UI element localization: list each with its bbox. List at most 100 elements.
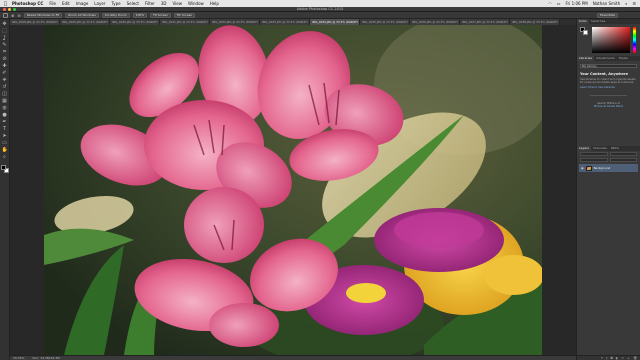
menu-type[interactable]: Type [111,1,120,6]
pen-icon[interactable]: ✒ [2,120,8,125]
menubar-status-area: ◠ ▭ Fri 1:06 PM Nathan Smith ⌕ ☰ [548,1,636,6]
zoom-level-field[interactable]: 33.33% [13,356,24,360]
status-bar: 33.33% Doc: 34.3M/34.3M [10,355,576,360]
path-select-icon[interactable]: ➤ [2,134,8,139]
panel-background-color[interactable] [583,30,588,35]
system-menu-bar:  Photoshop CC File Edit Image Layer Typ… [0,0,640,7]
tab-layers[interactable]: Layers [577,146,591,151]
clone-icon[interactable]: ⎈ [2,78,8,83]
menu-3d[interactable]: 3D [161,1,167,6]
menu-file[interactable]: File [49,1,56,6]
link-layers-icon[interactable]: ⚭ [601,356,604,360]
menu-filter[interactable]: Filter [145,1,155,6]
right-panel-dock: Color Swatches Libraries Adjustments Sty… [576,19,640,360]
color-picker-field[interactable] [592,27,630,53]
new-group-icon[interactable]: ▭ [621,356,624,360]
layer-name[interactable]: Background [594,166,611,170]
brush-icon[interactable]: ✐ [2,71,8,76]
libraries-panel: My Library Your Content, Anywhere Use li… [577,61,640,146]
foreground-color-swatch[interactable] [0,165,6,170]
menu-select[interactable]: Select [127,1,139,6]
fx-icon[interactable]: ƒ [606,356,607,360]
blend-mode-select[interactable] [609,152,637,156]
hue-slider[interactable] [633,27,636,53]
eyedropper-icon[interactable]: ⊘ [2,57,8,62]
learn-libraries-link[interactable]: Learn How to Use Libraries [580,86,637,89]
eraser-icon[interactable]: ◫ [2,92,8,97]
fit-screen-button[interactable]: Fit Screen [150,12,172,18]
type-icon[interactable]: T [2,127,8,132]
layer-row[interactable]: ◉ Background [579,164,638,172]
adjustment-layer-icon[interactable]: ◐ [616,356,619,360]
dodge-icon[interactable]: ● [2,113,8,118]
crop-icon[interactable]: ⌗ [2,50,8,55]
document-info[interactable]: Doc: 34.3M/34.3M [32,356,59,360]
hand-icon[interactable]: ✋ [2,148,8,153]
fill-screen-button[interactable]: Fill Screen [174,12,196,18]
lock-options[interactable] [580,158,608,162]
spotlight-icon[interactable]: ⌕ [625,1,627,6]
menubar-user[interactable]: Nathan Smith [593,1,620,6]
menu-layer[interactable]: Layer [94,1,105,6]
layer-kind-filter[interactable] [580,152,608,156]
notification-center-icon[interactable]: ☰ [632,1,636,6]
tab-paths[interactable]: Paths [609,146,621,151]
flower-photo [44,25,542,355]
trash-icon[interactable]: 🗑 [633,356,637,360]
menubar-clock[interactable]: Fri 1:06 PM [566,1,588,6]
tab-adjustments[interactable]: Adjustments [594,56,617,61]
lasso-icon[interactable]: ʆ [2,36,8,41]
shape-icon[interactable]: ▭ [2,141,8,146]
menu-edit[interactable]: Edit [62,1,70,6]
layers-footer: ⚭ ƒ ◘ ◐ ▭ ＋ 🗑 [577,355,640,360]
library-divider [590,95,627,96]
opacity-field[interactable] [609,158,637,162]
color-swatches[interactable] [0,165,9,173]
battery-icon[interactable]: ▭ [557,1,561,6]
document-canvas-area[interactable] [10,25,576,355]
tab-libraries[interactable]: Libraries [577,56,594,61]
marquee-icon[interactable]: ⬚ [2,29,8,34]
zoom-all-windows-checkbox[interactable]: Zoom All Windows [65,12,99,18]
library-description: Use libraries to collect and organize as… [580,78,636,84]
menu-view[interactable]: View [173,1,183,6]
healing-icon[interactable]: ✚ [2,64,8,69]
workspace-switcher[interactable]: Essentials [596,12,618,18]
layers-panel: ◉ Background [577,151,640,172]
tool-preset-icon[interactable] [3,12,8,18]
options-bar: ⊕ ⊖ Resize Windows to Fit Zoom All Windo… [0,12,640,19]
layer-opacity-controls [577,157,640,163]
adobe-stock-link[interactable]: Photos at Adobe Stock [580,105,637,108]
menu-app-name[interactable]: Photoshop CC [12,1,43,6]
blur-icon[interactable]: ◍ [2,106,8,111]
mask-icon[interactable]: ◘ [610,356,612,360]
apple-menu-icon[interactable]:  [4,1,7,7]
gradient-icon[interactable]: ▦ [2,99,8,104]
tab-channels[interactable]: Channels [591,146,609,151]
visibility-eye-icon[interactable]: ◉ [581,166,584,170]
tab-swatches[interactable]: Swatches [589,19,607,24]
window-title: Adobe Photoshop CC 2015 [296,7,344,11]
new-layer-icon[interactable]: ＋ [627,356,630,360]
move-icon[interactable]: ✥ [2,22,8,27]
quick-select-icon[interactable]: ✎ [2,43,8,48]
resize-windows-checkbox[interactable]: Resize Windows to Fit [23,12,63,18]
tools-panel: ✥ ⬚ ʆ ✎ ⌗ ⊘ ✚ ✐ ⎈ ↺ ◫ ▦ ◍ ● ✒ T ➤ ▭ ✋ ⌕ [0,19,10,360]
menu-image[interactable]: Image [76,1,89,6]
menu-window[interactable]: Window [188,1,204,6]
tab-color[interactable]: Color [577,19,589,24]
layer-thumbnail [585,165,592,171]
wifi-icon[interactable]: ◠ [548,1,552,6]
zoom-100-button[interactable]: 100% [132,12,148,18]
scrubby-zoom-checkbox[interactable]: Scrubby Zoom [101,12,130,18]
history-brush-icon[interactable]: ↺ [2,85,8,90]
document-image[interactable] [44,25,542,355]
panel-fg-bg-swatches[interactable] [580,27,589,36]
color-panel [577,24,640,56]
zoom-icon[interactable]: ⌕ [2,155,8,160]
library-select[interactable]: My Library [580,64,637,68]
zoom-out-icon[interactable]: ⊖ [17,13,20,18]
zoom-in-icon[interactable]: ⊕ [11,13,14,18]
tab-styles[interactable]: Styles [617,56,630,61]
menu-help[interactable]: Help [210,1,219,6]
